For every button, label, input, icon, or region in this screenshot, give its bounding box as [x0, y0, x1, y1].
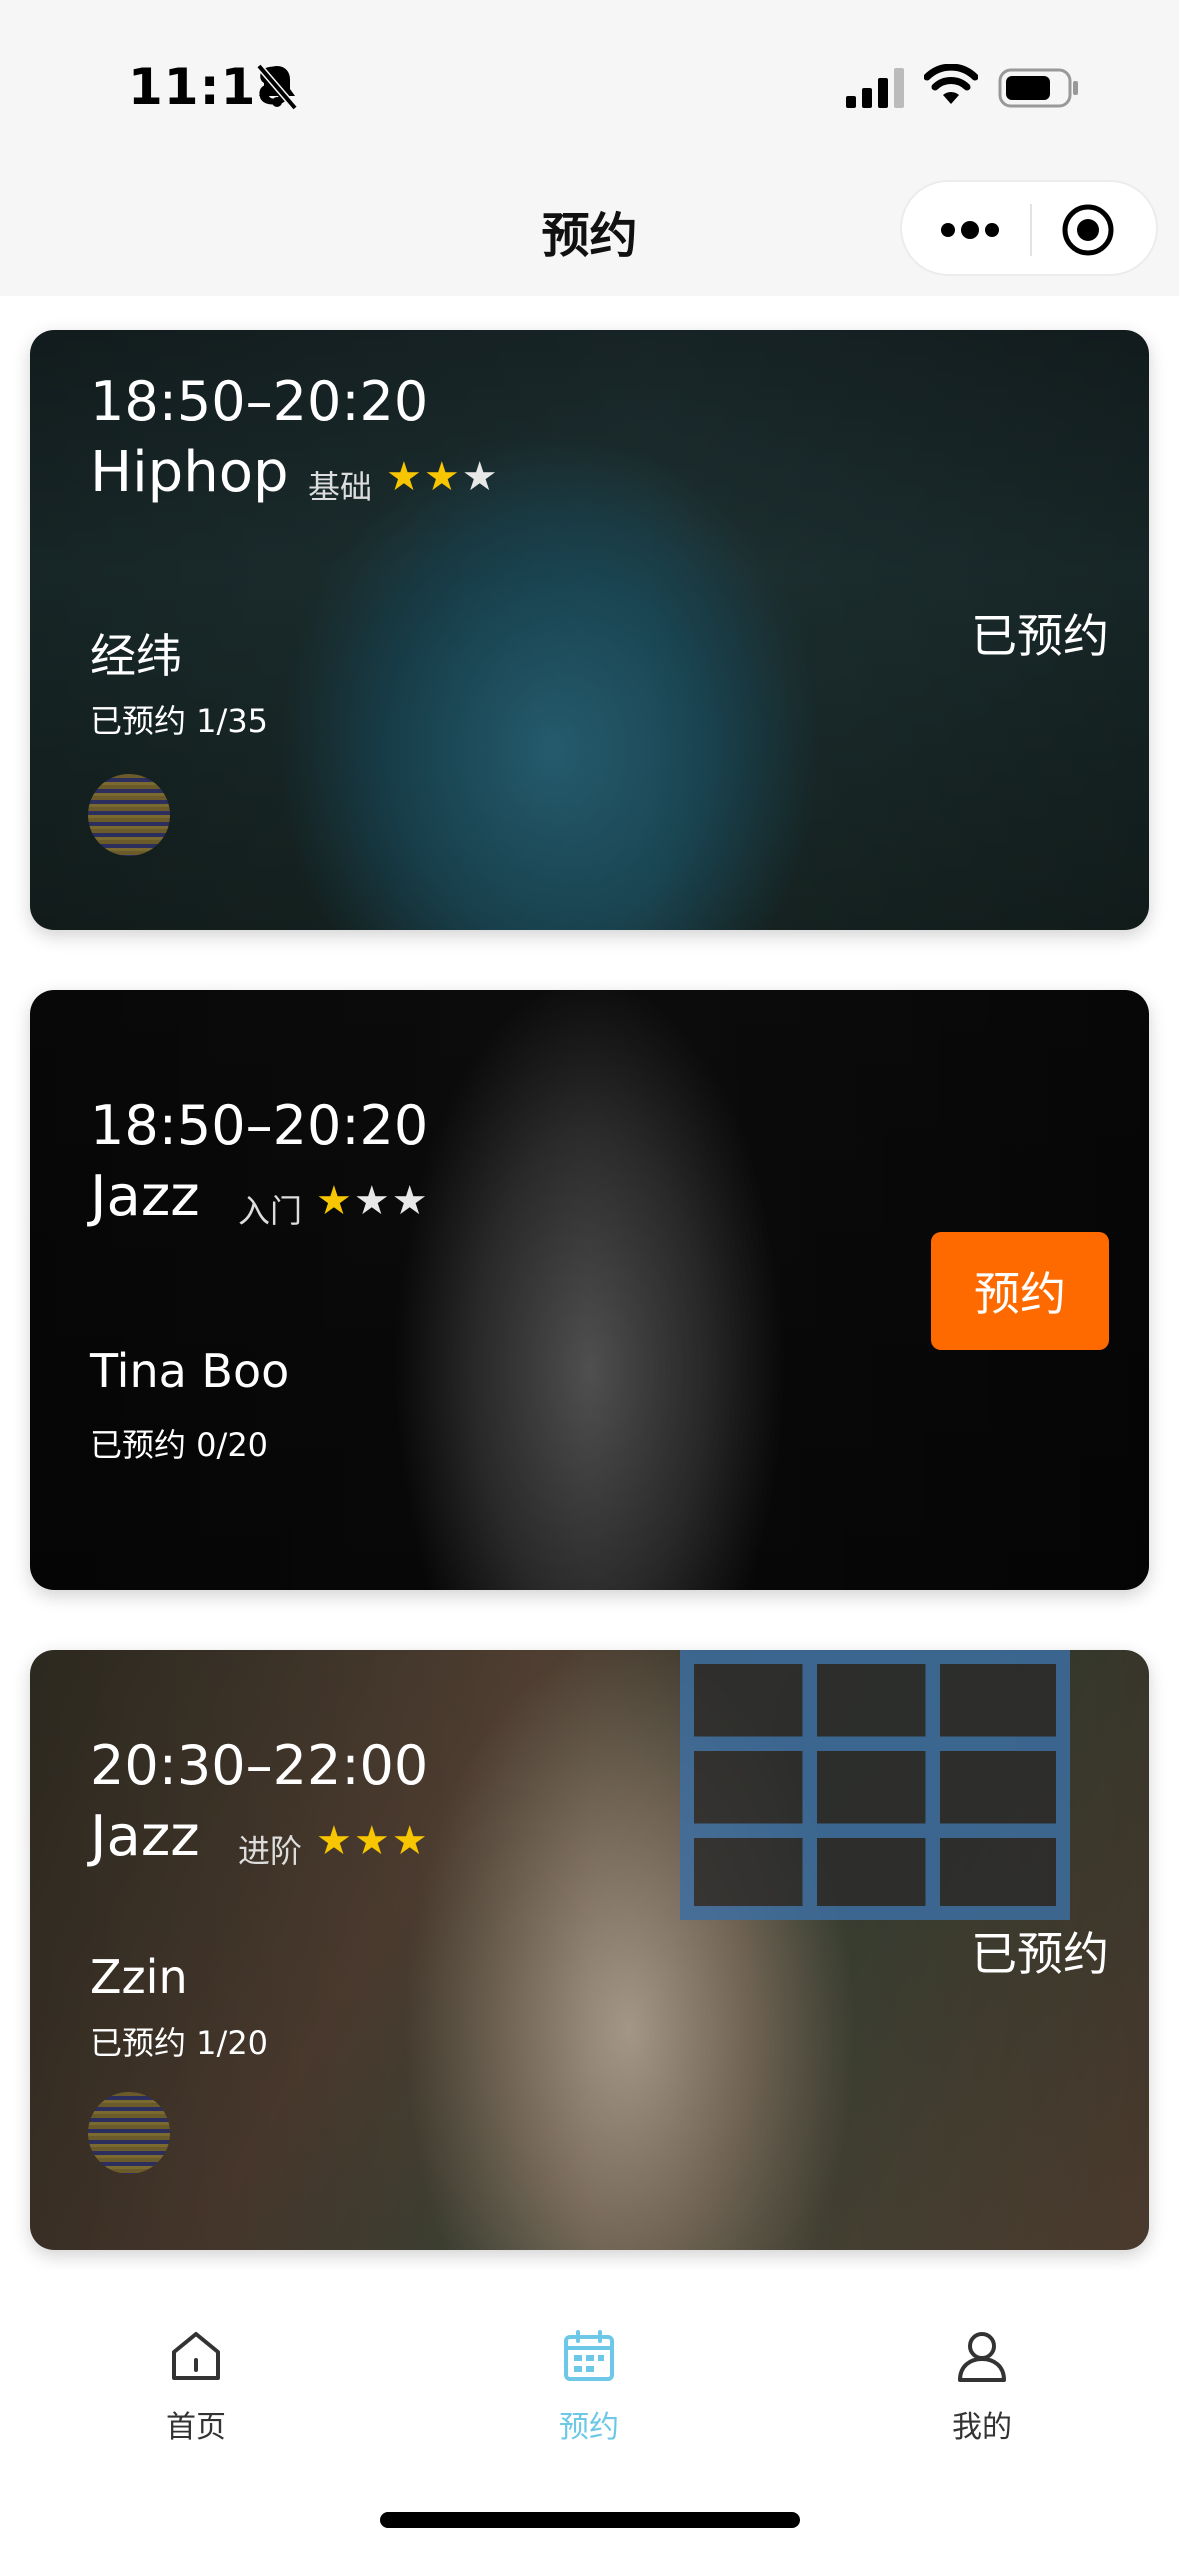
star-icon: ★ [386, 454, 424, 500]
calendar-icon [564, 2330, 614, 2381]
class-card[interactable]: 18:50–20:20 Jazz 入门 ★★★ Tina Boo 已预约 0/2… [30, 990, 1149, 1590]
home-icon [172, 2332, 220, 2380]
difficulty-stars: ★★★ [316, 1178, 430, 1224]
booked-count: 已预约 1/20 [90, 2024, 269, 2062]
booked-status: 已预约 [971, 609, 1109, 663]
class-level: 基础 [308, 468, 373, 506]
book-button[interactable]: 预约 [931, 1232, 1109, 1350]
booked-count: 已预约 1/35 [90, 702, 269, 740]
user-icon [958, 2332, 1006, 2382]
class-time: 18:50–20:20 [90, 1094, 429, 1157]
target-icon[interactable] [1060, 202, 1116, 258]
class-time: 20:30–22:00 [90, 1734, 429, 1797]
star-icon: ★ [353, 1178, 392, 1224]
tab-mine[interactable]: 我的 [902, 2328, 1062, 2446]
star-icon: ★ [461, 454, 500, 500]
tab-label: 预约 [559, 2410, 619, 2445]
background-window [680, 1650, 1070, 1920]
star-icon: ★ [316, 1818, 354, 1864]
star-icon: ★ [391, 1178, 430, 1224]
tab-home[interactable]: 首页 [116, 2328, 276, 2446]
class-style: Jazz [90, 1804, 200, 1869]
star-icon: ★ [353, 1818, 392, 1864]
avatar [88, 774, 170, 856]
class-style: Hiphop [90, 440, 289, 505]
home-indicator[interactable] [380, 2512, 800, 2528]
teacher-name: Zzin [90, 1950, 188, 2004]
class-style: Jazz [90, 1164, 200, 1229]
more-dots-icon[interactable] [934, 212, 1006, 248]
class-card[interactable]: 18:50–20:20 Hiphop 基础 ★★★ 经纬 已预约 1/35 已预… [30, 330, 1149, 930]
class-level: 入门 [238, 1192, 303, 1230]
class-card[interactable]: 20:30–22:00 Jazz 进阶 ★★★ Zzin 已预约 1/20 已预… [30, 1650, 1149, 2250]
teacher-name: Tina Boo [90, 1344, 290, 1398]
avatar [88, 2092, 170, 2174]
star-icon: ★ [423, 454, 462, 500]
wifi-icon [924, 64, 978, 104]
class-time: 18:50–20:20 [90, 370, 429, 433]
difficulty-stars: ★★★ [386, 454, 500, 500]
booked-count: 已预约 0/20 [90, 1426, 269, 1464]
star-icon: ★ [391, 1818, 430, 1864]
tab-label: 我的 [952, 2410, 1012, 2445]
signal-icon [846, 68, 904, 108]
booked-status: 已预约 [971, 1927, 1109, 1981]
battery-icon [998, 68, 1078, 108]
tab-booking[interactable]: 预约 [509, 2328, 669, 2446]
difficulty-stars: ★★★ [316, 1818, 430, 1864]
star-icon: ★ [316, 1178, 354, 1224]
mini-program-capsule [900, 180, 1158, 276]
teacher-name: 经纬 [90, 629, 182, 683]
class-level: 进阶 [238, 1832, 303, 1870]
capsule-divider [1030, 204, 1032, 256]
bell-off-icon [256, 63, 298, 111]
tab-label: 首页 [166, 2410, 226, 2445]
